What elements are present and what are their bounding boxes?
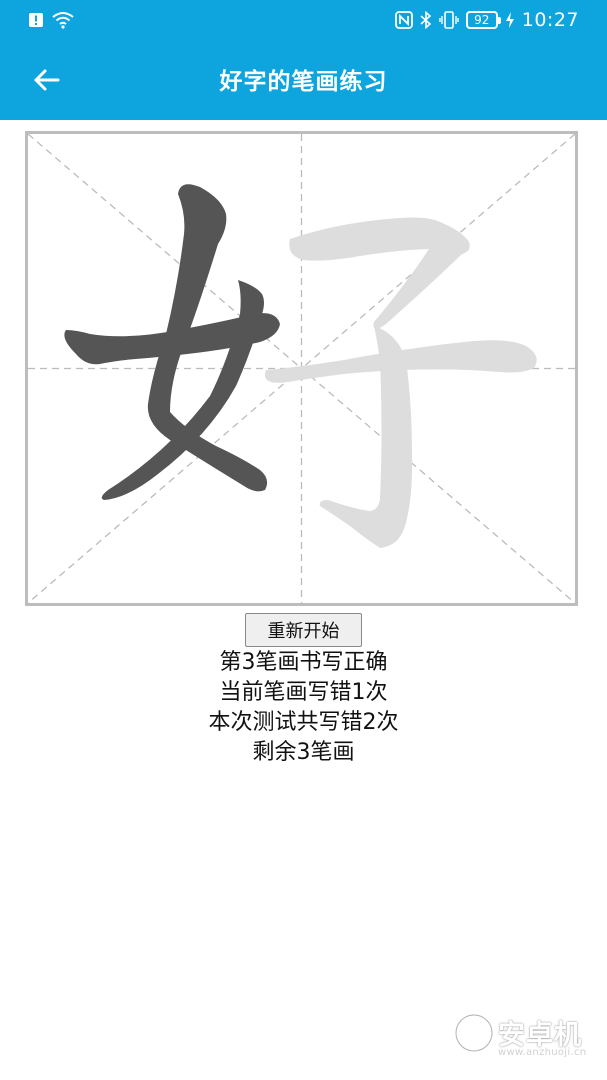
- watermark-url: www.anzhuoji.cn: [498, 1047, 587, 1058]
- character-outline: [264, 217, 537, 548]
- writing-board[interactable]: [25, 131, 578, 606]
- alert-notification-icon: [29, 13, 43, 27]
- remaining-strokes-text: 剩余3笔画: [252, 740, 355, 765]
- watermark-logo-icon: [454, 1013, 494, 1053]
- vibrate-icon: [439, 11, 459, 29]
- charging-icon: [505, 12, 514, 28]
- total-errors-text: 本次测试共写错2次: [208, 710, 399, 735]
- bluetooth-icon: [420, 11, 431, 29]
- stroke-outline-4: [289, 217, 470, 330]
- status-right: 92 10:27: [394, 8, 579, 32]
- battery-level: 92: [474, 12, 490, 27]
- completed-strokes: [64, 184, 280, 500]
- wifi-icon: [52, 12, 74, 29]
- stroke-result-text: 第3笔画书写正确: [219, 650, 388, 675]
- status-bar: 92 10:27: [0, 0, 607, 40]
- watermark: 安卓机 www.anzhuoji.cn: [452, 1007, 592, 1063]
- status-time: 10:27: [521, 9, 579, 31]
- page-title: 好字的笔画练习: [219, 69, 388, 95]
- battery-icon: 92: [465, 11, 501, 29]
- writing-canvas[interactable]: [28, 134, 575, 603]
- status-left: [28, 10, 74, 30]
- app-bar: 好字的笔画练习: [0, 40, 607, 120]
- nfc-icon: [394, 11, 413, 29]
- current-errors-text: 当前笔画写错1次: [219, 680, 388, 705]
- restart-button[interactable]: 重新开始: [245, 613, 362, 647]
